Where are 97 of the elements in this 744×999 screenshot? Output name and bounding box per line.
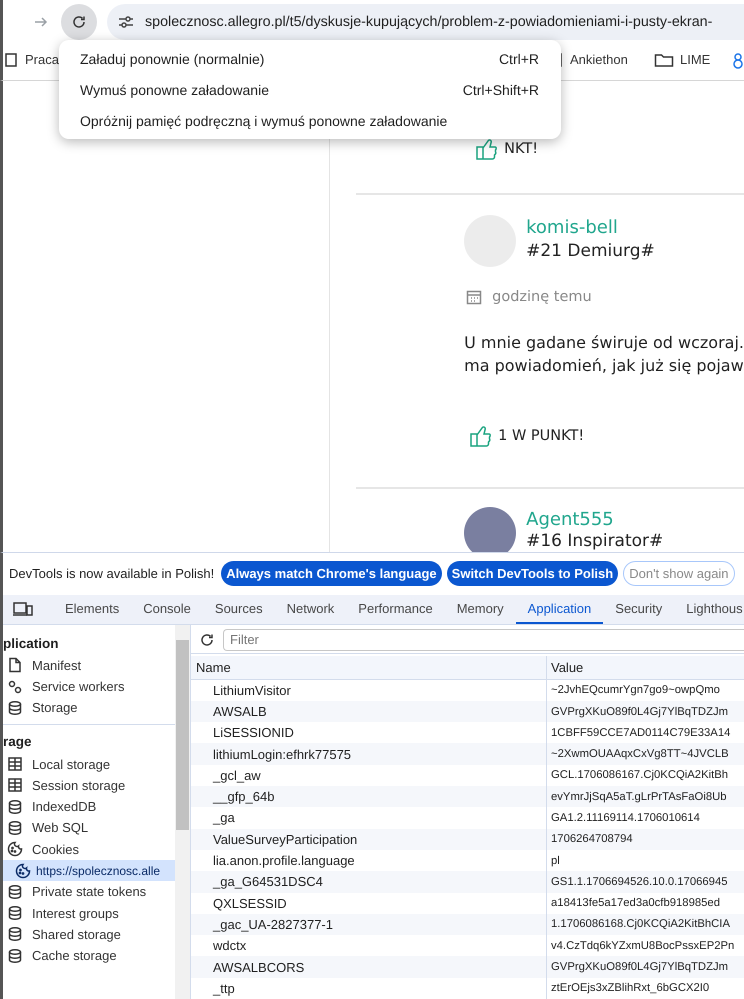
table-cell-text: GS1.1.1706694526.10.0.17066945 xyxy=(550,876,728,888)
database-icon xyxy=(7,884,23,900)
column-header[interactable]: Value xyxy=(547,660,584,675)
filter-field[interactable]: Filter xyxy=(223,628,744,651)
devtools-tab[interactable]: Security xyxy=(603,594,674,624)
grid-icon xyxy=(7,777,23,794)
tune-icon xyxy=(117,14,135,30)
menu-item[interactable]: Załaduj ponownie (normalnie) Ctrl+R xyxy=(59,43,561,74)
sidebar-item[interactable]: Service workers xyxy=(3,676,175,698)
table-cell-text: evYmrJjSqA5aT.gLrPrTAsFaOi8Ub xyxy=(550,790,727,803)
database-icon xyxy=(7,700,23,716)
info-button[interactable]: Switch DevTools to Polish xyxy=(446,561,618,586)
sidebar-item[interactable]: Cookies xyxy=(3,838,175,860)
table-cell-text: a18413fe5a17ed3a0cfb918985ed xyxy=(550,897,720,910)
devtools-tab[interactable]: Application xyxy=(516,594,604,624)
table-cell-text: 1.1706086168.Cj0KCQiA2KitBhCIA xyxy=(550,918,730,930)
avatar xyxy=(464,506,516,552)
section-heading: plication xyxy=(3,634,60,653)
database-icon xyxy=(7,926,23,942)
devtools-tab[interactable]: Network xyxy=(274,594,346,624)
gears-icon xyxy=(7,678,23,694)
table-cell: __gfp_64b xyxy=(191,786,547,808)
table-cell-text: pl xyxy=(550,854,560,867)
sidebar-item[interactable]: IndexedDB xyxy=(3,796,175,818)
database-icon xyxy=(7,820,23,836)
database-icon xyxy=(7,798,23,815)
sidebar-item[interactable]: https://spolecznosc.alle xyxy=(3,860,175,882)
grid-icon xyxy=(7,756,23,772)
post-time: godzinę temu xyxy=(492,288,592,305)
thumbs-up-icon xyxy=(470,424,492,447)
table-cell-text: ~2JvhEQcumrYgn7go9~owpQmo xyxy=(550,684,720,696)
post-text: U mnie gadane świruje od wczoraj. xyxy=(464,332,744,354)
scrollbar[interactable] xyxy=(175,624,190,999)
menu-item[interactable]: Wymuś ponowne załadowanie Ctrl+Shift+R xyxy=(59,74,561,105)
thumbs-up-icon xyxy=(476,138,498,160)
sidebar-item[interactable]: Web SQL xyxy=(3,817,175,839)
database-icon xyxy=(7,948,23,964)
bookmark[interactable]: LIME xyxy=(654,52,710,68)
user-rank: #16 Inspirator# xyxy=(526,530,664,551)
devtools-tab[interactable]: Performance xyxy=(346,594,445,624)
sidebar-item[interactable]: Session storage xyxy=(3,774,175,796)
cookie-icon xyxy=(15,862,31,879)
table-cell-text: GVPrgXKuO89f0L4Gj7YlBqTDZJm xyxy=(550,961,728,974)
table-cell-text: v4.CzTdq6kYZxmU8BocPssxEP2Pn xyxy=(550,940,734,952)
section-heading: rage xyxy=(3,733,33,752)
user-rank: #21 Demiurg# xyxy=(526,240,655,263)
reload-icon xyxy=(71,14,87,30)
devtools-tab[interactable]: Elements xyxy=(53,594,132,624)
table-cell: _ttp xyxy=(191,978,547,999)
menu-item[interactable]: Opróżnij pamięć podręczną i wymuś ponowne załadowanie xyxy=(59,105,561,136)
calendar-icon xyxy=(466,288,482,305)
address-bar[interactable]: spolecznosc.allegro.pl/t5/dyskusje-kupujących/problem-z-powiadomieniami-i-pusty-ekran- xyxy=(107,4,744,40)
table-cell-text: GA1.2.11169114.1706010614 xyxy=(550,812,700,824)
rings-icon xyxy=(731,52,744,70)
refresh-icon xyxy=(199,632,215,648)
table-cell-text: ~2XwmOUAAqxCxVg8TT~4JVCLB xyxy=(550,748,729,760)
devtools-tab[interactable]: Lighthous xyxy=(674,594,744,624)
info-message: DevTools is now available in Polish! xyxy=(9,566,214,582)
sidebar-item[interactable]: Local storage xyxy=(3,753,175,775)
info-button[interactable]: Always match Chrome's language xyxy=(221,561,442,586)
table-cell: _ga_G64531DSC4 xyxy=(191,871,547,893)
sidebar-item[interactable]: Shared storage xyxy=(3,924,175,946)
cookie-icon xyxy=(7,841,23,858)
post-text: ma powiadomień, jak już się pojaw xyxy=(464,354,744,377)
table-cell: AWSALBCORS xyxy=(191,956,547,978)
sidebar-item[interactable]: Storage xyxy=(3,697,175,718)
table-cell-text: ztErOEjs3xZBlihRxt_6bGCX2I0 xyxy=(550,982,710,994)
sidebar-item[interactable]: Manifest xyxy=(3,654,175,676)
page-icon xyxy=(5,52,19,68)
file-icon xyxy=(7,657,23,674)
table-cell-text: GVPrgXKuO89f0L4Gj7YlBqTDZJm xyxy=(550,706,728,718)
reload-button[interactable] xyxy=(61,4,97,40)
refresh-button[interactable] xyxy=(199,632,215,648)
sidebar-item[interactable]: Interest groups xyxy=(3,902,175,924)
table-cell: _gac_UA-2827377-1 xyxy=(191,914,547,936)
bookmark[interactable]: Praca xyxy=(5,52,59,68)
table-cell: lithiumLogin:efhrk77575 xyxy=(191,743,547,765)
info-button[interactable]: Don't show again xyxy=(623,561,735,586)
folder-icon xyxy=(654,52,674,68)
table-cell-text: GCL.1706086167.Cj0KCQiA2KitBh xyxy=(550,769,728,782)
table-cell-text: 1CBFF59CCE7AD0114C79E33A14 xyxy=(550,726,730,739)
table-cell-text: 1706264708794 xyxy=(550,833,633,846)
devtools-tab[interactable]: Memory xyxy=(444,594,516,624)
table-cell: ValueSurveyParticipation xyxy=(191,828,547,850)
column-header[interactable]: Name xyxy=(191,656,547,679)
url-text: spolecznosc.allegro.pl/t5/dyskusje-kupujących/problem-z-powiadomieniami-i-pusty-ekran- xyxy=(145,14,712,30)
devtools-tab[interactable]: Console xyxy=(131,594,203,624)
scrollbar-thumb[interactable] xyxy=(176,640,189,830)
like-count[interactable]: NKT! xyxy=(504,140,538,157)
sidebar-item[interactable]: Cache storage xyxy=(3,945,175,966)
database-icon xyxy=(7,905,23,922)
device-toggle-icon xyxy=(13,601,33,618)
sidebar-item[interactable]: Private state tokens xyxy=(3,881,175,903)
table-cell: AWSALB xyxy=(191,700,547,722)
devtools-tab[interactable]: Sources xyxy=(202,594,275,624)
like-count[interactable]: 1 W PUNKT! xyxy=(498,428,584,444)
bookmark[interactable] xyxy=(731,52,744,70)
